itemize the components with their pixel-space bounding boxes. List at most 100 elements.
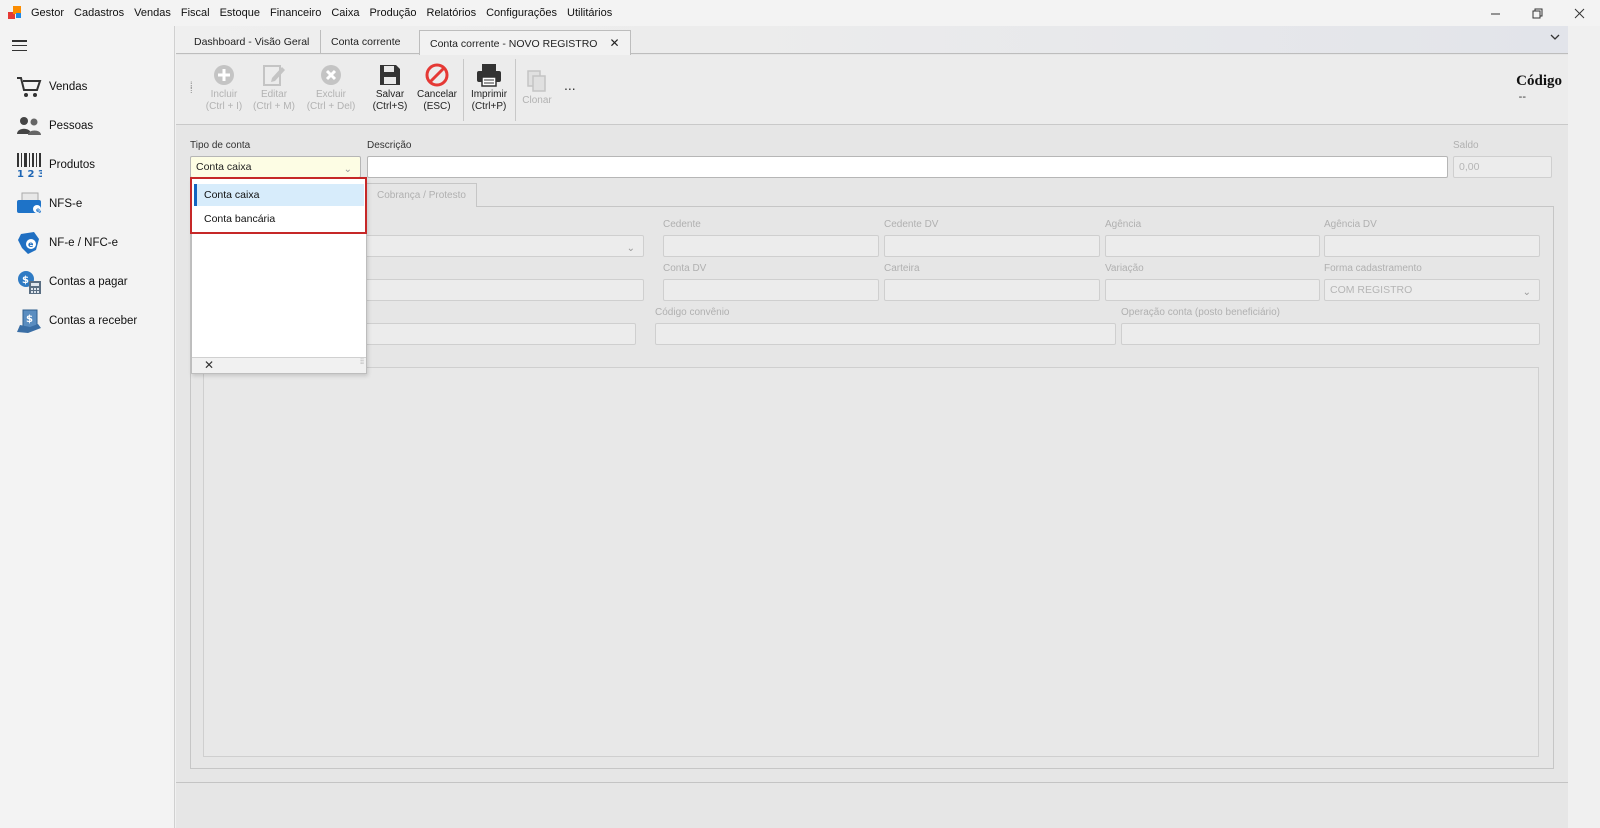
app-logo-icon xyxy=(8,6,22,20)
banco-select[interactable]: ⌄ xyxy=(353,235,644,257)
descricao-input[interactable] xyxy=(367,156,1448,178)
resize-grip-icon[interactable]: ⁞⁞ xyxy=(360,359,364,366)
sidebar-item-label: Contas a pagar xyxy=(49,276,128,288)
excluir-button[interactable]: Excluir (Ctrl + Del) xyxy=(303,61,359,119)
codigo-label: Código xyxy=(1516,73,1562,89)
tipo-conta-select[interactable]: Conta caixa ⌄ xyxy=(190,156,361,178)
menu-vendas[interactable]: Vendas xyxy=(129,0,176,26)
tab-cobranca-protesto[interactable]: Cobrança / Protesto xyxy=(366,183,477,207)
dropdown-footer: ✕ ⁞⁞ xyxy=(192,357,366,373)
menu-financeiro[interactable]: Financeiro xyxy=(265,0,326,26)
clonar-button[interactable]: Clonar xyxy=(509,67,565,125)
tab-conta-corrente-novo-registro[interactable]: Conta corrente - NOVO REGISTRO ✕ xyxy=(419,30,631,55)
cedente-input[interactable] xyxy=(663,235,879,257)
menu-utilitarios[interactable]: Utilitários xyxy=(562,0,617,26)
operacao-conta-input[interactable] xyxy=(1121,323,1540,345)
sidebar-item-produtos[interactable]: 1 2 3 Produtos xyxy=(16,150,171,180)
hamburger-menu-icon[interactable] xyxy=(12,40,27,52)
svg-text:e: e xyxy=(28,240,34,249)
tab-label: Dashboard - Visão Geral xyxy=(194,36,310,48)
operacao-conta-label: Operação conta (posto beneficiário) xyxy=(1121,307,1280,318)
people-icon xyxy=(16,113,42,139)
menu-gestor[interactable]: Gestor xyxy=(26,0,69,26)
tab-strip: Dashboard - Visão Geral Conta corrente C… xyxy=(176,26,1568,55)
delete-circle-icon xyxy=(303,61,359,89)
saldo-input[interactable]: 0,00 xyxy=(1453,156,1552,178)
chevron-down-icon: ⌄ xyxy=(1522,287,1531,298)
sidebar-item-label: Vendas xyxy=(49,81,88,93)
chevron-down-icon[interactable] xyxy=(1550,32,1560,44)
agencia-dv-input[interactable] xyxy=(1324,235,1540,257)
barcode-icon: 1 2 3 xyxy=(16,152,42,178)
menu-estoque[interactable]: Estoque xyxy=(215,0,265,26)
cedente-dv-input[interactable] xyxy=(884,235,1100,257)
saldo-label: Saldo xyxy=(1453,140,1479,151)
menu-caixa[interactable]: Caixa xyxy=(326,0,364,26)
excluir-shortcut: (Ctrl + Del) xyxy=(306,101,356,112)
edit-icon xyxy=(246,61,302,89)
cedente-label: Cedente xyxy=(663,219,701,230)
incluir-button[interactable]: Incluir (Ctrl + I) xyxy=(196,61,252,119)
sidebar-item-pessoas[interactable]: Pessoas xyxy=(16,111,171,141)
menu-bar: Gestor Cadastros Vendas Fiscal Estoque F… xyxy=(0,0,1600,26)
menu-fiscal[interactable]: Fiscal xyxy=(176,0,215,26)
tab-label: Conta corrente - NOVO REGISTRO xyxy=(430,38,598,50)
carteira-label: Carteira xyxy=(884,263,920,274)
sidebar: Vendas Pessoas 1 2 3 Produtos e NFS-e e … xyxy=(0,26,175,828)
more-options-button[interactable]: ... xyxy=(564,77,576,93)
tab-close-icon[interactable]: ✕ xyxy=(609,36,619,50)
incluir-shortcut: (Ctrl + I) xyxy=(205,101,243,112)
forma-cadastramento-value: COM REGISTRO xyxy=(1330,284,1413,296)
tab-conta-corrente[interactable]: Conta corrente xyxy=(320,30,410,54)
editar-button[interactable]: Editar (Ctrl + M) xyxy=(246,61,302,119)
cancelar-button[interactable]: Cancelar (ESC) xyxy=(409,61,465,119)
chevron-down-icon: ⌄ xyxy=(626,243,635,254)
close-icon[interactable] xyxy=(1558,0,1600,26)
agencia-input[interactable] xyxy=(1105,235,1320,257)
menu-producao[interactable]: Produção xyxy=(364,0,421,26)
codigo-convenio-label: Código convênio xyxy=(655,307,730,318)
minimize-icon[interactable] xyxy=(1474,0,1516,26)
cancelar-label: Cancelar xyxy=(416,89,458,100)
variacao-input[interactable] xyxy=(1105,279,1320,301)
main-area: Dashboard - Visão Geral Conta corrente C… xyxy=(176,26,1568,828)
svg-text:e: e xyxy=(36,207,40,214)
sidebar-item-nfe[interactable]: e NF-e / NFC-e xyxy=(16,228,171,258)
toolbar: ⁞ ⁞ Incluir (Ctrl + I) Editar (Ctrl + M) … xyxy=(176,55,1568,125)
conta-dv-input[interactable] xyxy=(663,279,879,301)
agencia-label: Agência xyxy=(1105,219,1142,230)
sidebar-item-contas-a-pagar[interactable]: $ Contas a pagar xyxy=(16,267,171,297)
restore-icon[interactable] xyxy=(1516,0,1558,26)
svg-text:$: $ xyxy=(22,275,29,286)
cancel-icon xyxy=(409,61,465,89)
campo-extra-input[interactable] xyxy=(353,323,636,345)
sidebar-item-vendas[interactable]: Vendas xyxy=(16,72,171,102)
carteira-input[interactable] xyxy=(884,279,1100,301)
descricao-label: Descrição xyxy=(367,140,412,151)
conta-input[interactable] xyxy=(353,279,644,301)
nfe-icon: e xyxy=(16,230,42,256)
cart-icon xyxy=(16,74,42,100)
sidebar-item-label: NF-e / NFC-e xyxy=(49,237,118,249)
sidebar-item-label: Produtos xyxy=(49,159,96,171)
dropdown-highlight-frame xyxy=(190,177,367,234)
editar-label: Editar xyxy=(260,89,288,100)
details-panel: ⌄ Cedente Cedente DV Agência Agência DV … xyxy=(190,206,1554,769)
codigo-convenio-input[interactable] xyxy=(655,323,1116,345)
menu-cadastros[interactable]: Cadastros xyxy=(69,0,129,26)
codigo-value: -- xyxy=(1518,91,1526,103)
incluir-label: Incluir xyxy=(210,89,238,100)
bills-receive-icon: $ xyxy=(16,308,42,334)
sidebar-item-contas-a-receber[interactable]: $ Contas a receber xyxy=(16,306,171,336)
sidebar-item-nfse[interactable]: e NFS-e xyxy=(16,189,171,219)
toolbar-grip-icon[interactable]: ⁞ ⁞ xyxy=(190,81,193,95)
close-icon[interactable]: ✕ xyxy=(204,358,214,373)
excluir-label: Excluir xyxy=(315,89,346,100)
tab-dashboard[interactable]: Dashboard - Visão Geral xyxy=(184,30,319,54)
forma-cadastramento-select[interactable]: COM REGISTRO ⌄ xyxy=(1324,279,1540,301)
copy-icon xyxy=(509,67,565,95)
menu-configuracoes[interactable]: Configurações xyxy=(481,0,562,26)
sidebar-item-label: NFS-e xyxy=(49,198,83,210)
sidebar-item-label: Contas a receber xyxy=(49,315,138,327)
menu-relatorios[interactable]: Relatórios xyxy=(422,0,482,26)
